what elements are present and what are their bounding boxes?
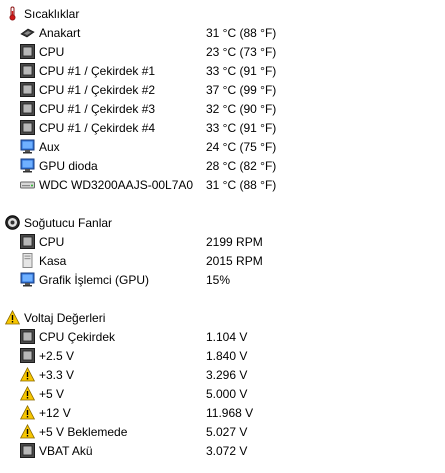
sensor-value: 2199 RPM <box>206 235 263 249</box>
sensor-row: WDC WD3200AAJS-00L7A0 31 °C (88 °F) <box>0 175 445 194</box>
sensor-row: CPU #1 / Çekirdek #4 33 °C (91 °F) <box>0 118 445 137</box>
sensor-value: 31 °C (88 °F) <box>206 178 277 192</box>
case-icon <box>20 253 35 268</box>
section-title: Voltaj Değerleri <box>24 311 106 325</box>
sensor-value: 1.104 V <box>206 330 248 344</box>
sensor-value: 33 °C (91 °F) <box>206 121 277 135</box>
sensor-label: CPU <box>39 45 65 59</box>
sensor-row: +5 V 5.000 V <box>0 384 445 403</box>
sensor-label: CPU #1 / Çekirdek #1 <box>39 64 156 78</box>
cpu-chip-icon <box>20 234 35 249</box>
sensor-value: 1.840 V <box>206 349 248 363</box>
cpu-chip-icon <box>20 63 35 78</box>
sensor-value: 15% <box>206 273 231 287</box>
cpu-chip-icon <box>20 101 35 116</box>
cpu-chip-icon <box>20 443 35 458</box>
monitor-icon <box>20 158 35 173</box>
section-title: Sıcaklıklar <box>24 7 80 21</box>
cpu-chip-icon <box>20 329 35 344</box>
warning-icon <box>20 424 35 439</box>
sensor-row: CPU Çekirdek 1.104 V <box>0 327 445 346</box>
sensor-row: CPU 2199 RPM <box>0 232 445 251</box>
sensor-label: +5 V Beklemede <box>39 425 128 439</box>
hard-drive-icon <box>20 177 35 192</box>
sensor-row: Kasa 2015 RPM <box>0 251 445 270</box>
sensor-label: CPU Çekirdek <box>39 330 116 344</box>
sensor-row: +3.3 V 3.296 V <box>0 365 445 384</box>
cpu-chip-icon <box>20 44 35 59</box>
sensor-label: CPU #1 / Çekirdek #3 <box>39 102 156 116</box>
sensor-label: Grafik İşlemci (GPU) <box>39 273 150 287</box>
sensor-value: 32 °C (90 °F) <box>206 102 277 116</box>
warning-icon <box>20 405 35 420</box>
sensor-label: CPU #1 / Çekirdek #2 <box>39 83 156 97</box>
thermometer-icon <box>5 6 20 21</box>
monitor-icon <box>20 272 35 287</box>
warning-icon <box>20 386 35 401</box>
sensor-label: Anakart <box>39 26 81 40</box>
sensor-label: WDC WD3200AAJS-00L7A0 <box>39 178 194 192</box>
sensor-row: +12 V 11.968 V <box>0 403 445 422</box>
sensor-value: 28 °C (82 °F) <box>206 159 277 173</box>
sensor-row: Anakart 31 °C (88 °F) <box>0 23 445 42</box>
section-header-fans: Soğutucu Fanlar <box>0 213 445 232</box>
sensor-label: Kasa <box>39 254 67 268</box>
sensor-row: +2.5 V 1.840 V <box>0 346 445 365</box>
sensor-row: VBAT Akü 3.072 V <box>0 441 445 460</box>
sensor-value: 31 °C (88 °F) <box>206 26 277 40</box>
sensor-label: CPU #1 / Çekirdek #4 <box>39 121 156 135</box>
warning-icon <box>20 367 35 382</box>
sensor-value: 23 °C (73 °F) <box>206 45 277 59</box>
motherboard-icon <box>20 25 35 40</box>
sensor-label: VBAT Akü <box>39 444 93 458</box>
sensor-row: +5 V Beklemede 5.027 V <box>0 422 445 441</box>
sensor-value: 11.968 V <box>206 406 254 420</box>
sensor-label: +5 V <box>39 387 65 401</box>
sensor-value: 3.296 V <box>206 368 248 382</box>
monitor-icon <box>20 139 35 154</box>
section-title: Soğutucu Fanlar <box>24 216 113 230</box>
sensor-value: 3.072 V <box>206 444 248 458</box>
cpu-chip-icon <box>20 82 35 97</box>
sensor-value: 5.027 V <box>206 425 248 439</box>
sensor-row: CPU #1 / Çekirdek #1 33 °C (91 °F) <box>0 61 445 80</box>
sensor-label: +2.5 V <box>39 349 75 363</box>
sensor-label: GPU dioda <box>39 159 98 173</box>
sensor-value: 33 °C (91 °F) <box>206 64 277 78</box>
section-header-voltages: Voltaj Değerleri <box>0 308 445 327</box>
sensor-label: Aux <box>39 140 60 154</box>
sensor-label: +12 V <box>39 406 71 420</box>
fan-icon <box>5 215 20 230</box>
cpu-chip-icon <box>20 348 35 363</box>
section-header-temperatures: Sıcaklıklar <box>0 4 445 23</box>
sensor-row: CPU #1 / Çekirdek #3 32 °C (90 °F) <box>0 99 445 118</box>
sensor-row: GPU dioda 28 °C (82 °F) <box>0 156 445 175</box>
sensor-row: CPU 23 °C (73 °F) <box>0 42 445 61</box>
sensor-row: Aux 24 °C (75 °F) <box>0 137 445 156</box>
cpu-chip-icon <box>20 120 35 135</box>
sensor-label: CPU <box>39 235 65 249</box>
sensor-row: Grafik İşlemci (GPU) 15% <box>0 270 445 289</box>
sensor-value: 37 °C (99 °F) <box>206 83 277 97</box>
sensor-value: 5.000 V <box>206 387 248 401</box>
sensor-value: 2015 RPM <box>206 254 263 268</box>
sensor-row: CPU #1 / Çekirdek #2 37 °C (99 °F) <box>0 80 445 99</box>
warning-icon <box>5 310 20 325</box>
sensor-value: 24 °C (75 °F) <box>206 140 277 154</box>
sensor-label: +3.3 V <box>39 368 75 382</box>
